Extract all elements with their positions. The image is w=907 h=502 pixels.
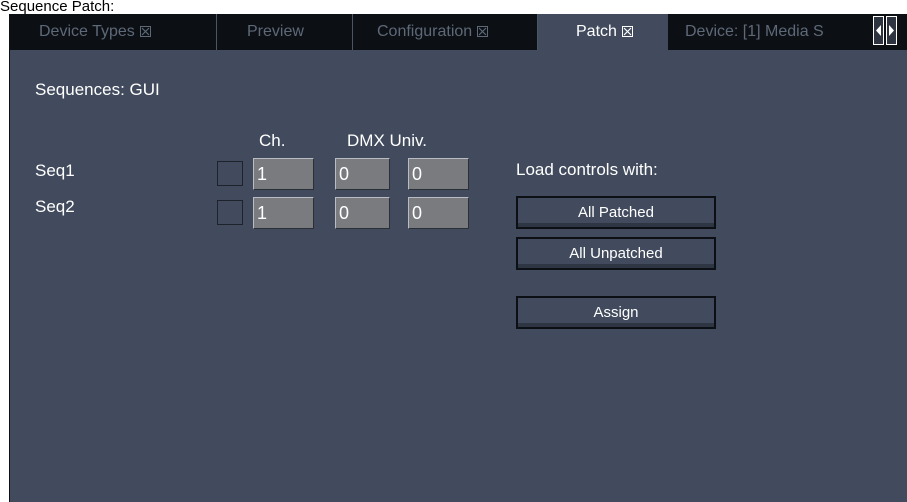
scroll-left-button[interactable]	[873, 16, 884, 45]
close-box-icon[interactable]	[477, 26, 489, 37]
dmx-univ-column-header: DMX Univ.	[347, 131, 427, 150]
patch-panel: Sequences: GUI Ch. DMX Univ. Seq1 1 0 0 …	[9, 50, 907, 502]
seq2-patch-checkbox[interactable]	[217, 200, 243, 225]
close-box-icon[interactable]	[621, 26, 633, 37]
tab-device-types[interactable]: Device Types	[9, 14, 217, 50]
sequences-heading: Sequences: GUI	[35, 80, 160, 99]
tab-label: Patch	[576, 23, 617, 40]
seq1-dmx-field[interactable]: 0	[335, 158, 390, 190]
tab-label: Configuration	[377, 23, 473, 40]
tab-device-media[interactable]: Device: [1] Media S	[668, 14, 882, 50]
seq2-dmx-field[interactable]: 0	[335, 197, 390, 229]
seq1-ch-field[interactable]: 1	[253, 158, 314, 190]
window-title: Sequence Patch:	[0, 0, 115, 14]
seq2-ch-field[interactable]: 1	[253, 197, 314, 229]
seq1-univ-field[interactable]: 0	[408, 158, 469, 190]
close-box-icon[interactable]	[139, 26, 151, 37]
tab-patch[interactable]: Patch	[538, 14, 668, 50]
all-patched-button[interactable]: All Patched	[516, 196, 716, 229]
tab-label: Device Types	[39, 23, 135, 40]
seq2-label: Seq2	[35, 197, 75, 216]
tab-label: Preview	[247, 23, 304, 40]
arrow-left-icon	[876, 25, 881, 36]
tab-label: Device: [1] Media S	[685, 23, 824, 40]
ch-column-header: Ch.	[259, 131, 286, 150]
seq1-patch-checkbox[interactable]	[217, 161, 243, 186]
tab-configuration[interactable]: Configuration	[353, 14, 538, 50]
assign-button[interactable]: Assign	[516, 296, 716, 329]
load-controls-label: Load controls with:	[516, 160, 658, 179]
scroll-right-button[interactable]	[886, 16, 897, 45]
seq2-univ-field[interactable]: 0	[408, 197, 469, 229]
tab-bar: Device Types Preview Configuration Patch…	[9, 14, 907, 50]
arrow-right-icon	[889, 25, 894, 36]
all-unpatched-button[interactable]: All Unpatched	[516, 237, 716, 270]
tab-preview[interactable]: Preview	[217, 14, 353, 50]
seq1-label: Seq1	[35, 161, 75, 180]
